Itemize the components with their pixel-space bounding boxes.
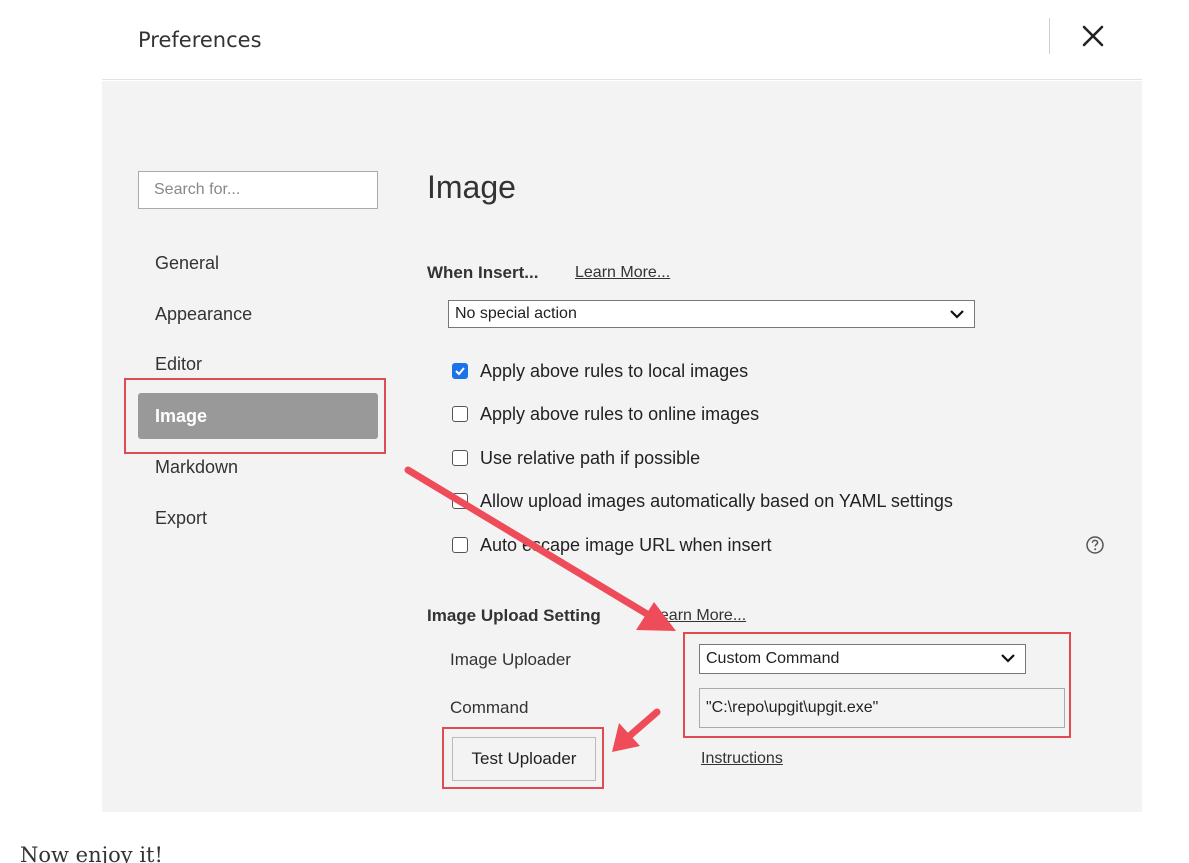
when-insert-label: When Insert... (427, 263, 539, 282)
chevron-down-icon (950, 310, 964, 319)
sidebar-item-image[interactable]: Image (138, 393, 378, 439)
sidebar-item-general[interactable]: General (138, 240, 378, 286)
close-button[interactable] (1078, 18, 1110, 54)
checkbox-auto-escape-url[interactable] (452, 537, 468, 553)
checkbox-local-images[interactable] (452, 363, 468, 379)
test-uploader-button[interactable]: Test Uploader (452, 737, 596, 781)
option-auto-escape-url[interactable]: Auto escape image URL when insert (452, 533, 772, 557)
option-label: Auto escape image URL when insert (480, 534, 772, 555)
question-circle-icon[interactable] (1085, 535, 1105, 555)
preferences-panel: General Appearance Editor Image Markdown… (102, 81, 1142, 812)
instructions-link[interactable]: Instructions (701, 750, 783, 768)
dialog-title: Preferences (138, 28, 262, 52)
option-label: Apply above rules to local images (480, 360, 749, 381)
page-title: Image (427, 169, 516, 205)
sidebar-item-appearance[interactable]: Appearance (138, 291, 378, 337)
option-auto-upload-yaml[interactable]: Allow upload images automatically based … (452, 489, 953, 513)
image-upload-setting-label: Image Upload Setting (427, 606, 601, 625)
option-local-images[interactable]: Apply above rules to local images (452, 359, 748, 383)
checkmark-icon (455, 367, 465, 376)
checkbox-online-images[interactable] (452, 406, 468, 422)
checkbox-auto-upload-yaml[interactable] (452, 493, 468, 509)
option-label: Apply above rules to online images (480, 403, 760, 424)
close-icon (1082, 25, 1104, 47)
image-uploader-select[interactable]: Custom Command (699, 644, 1026, 674)
option-label: Use relative path if possible (480, 447, 701, 468)
option-label: Allow upload images automatically based … (480, 490, 953, 511)
when-insert-action-select[interactable]: No special action (448, 300, 975, 328)
sidebar-item-markdown[interactable]: Markdown (138, 444, 378, 490)
option-online-images[interactable]: Apply above rules to online images (452, 402, 759, 426)
option-relative-path[interactable]: Use relative path if possible (452, 446, 700, 470)
chevron-down-icon (1001, 654, 1015, 663)
upload-learn-more-link[interactable]: Learn More... (651, 607, 746, 625)
header-divider (1049, 18, 1050, 54)
footer-text: Now enjoy it! (20, 843, 163, 863)
when-insert-learn-more-link[interactable]: Learn More... (575, 264, 670, 282)
command-input[interactable] (699, 688, 1065, 728)
command-label: Command (450, 698, 529, 717)
sidebar-item-export[interactable]: Export (138, 495, 378, 541)
image-uploader-value: Custom Command (706, 650, 840, 667)
image-uploader-label: Image Uploader (450, 650, 571, 669)
dialog-header: Preferences (102, 0, 1142, 80)
sidebar-item-editor[interactable]: Editor (138, 341, 378, 387)
when-insert-action-value: No special action (455, 305, 577, 322)
checkbox-relative-path[interactable] (452, 450, 468, 466)
search-input[interactable] (138, 171, 378, 209)
